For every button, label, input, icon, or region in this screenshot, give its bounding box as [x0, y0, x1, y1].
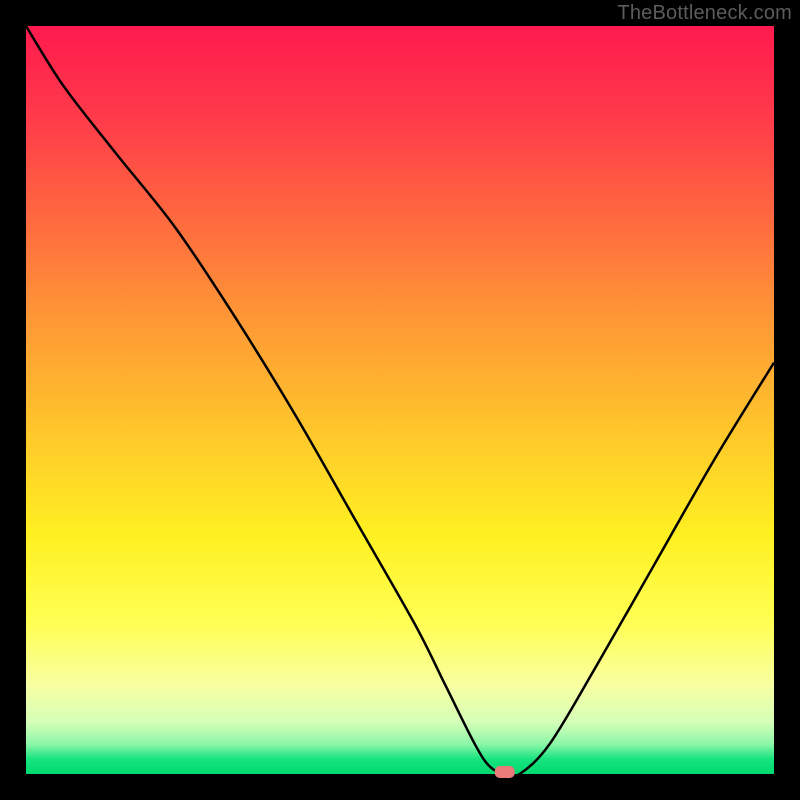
- optimum-marker: [495, 766, 515, 778]
- chart-frame: TheBottleneck.com: [0, 0, 800, 800]
- plot-area: [26, 26, 774, 774]
- bottleneck-curve: [26, 26, 774, 777]
- chart-overlay: [26, 26, 774, 774]
- watermark-text: TheBottleneck.com: [617, 2, 792, 25]
